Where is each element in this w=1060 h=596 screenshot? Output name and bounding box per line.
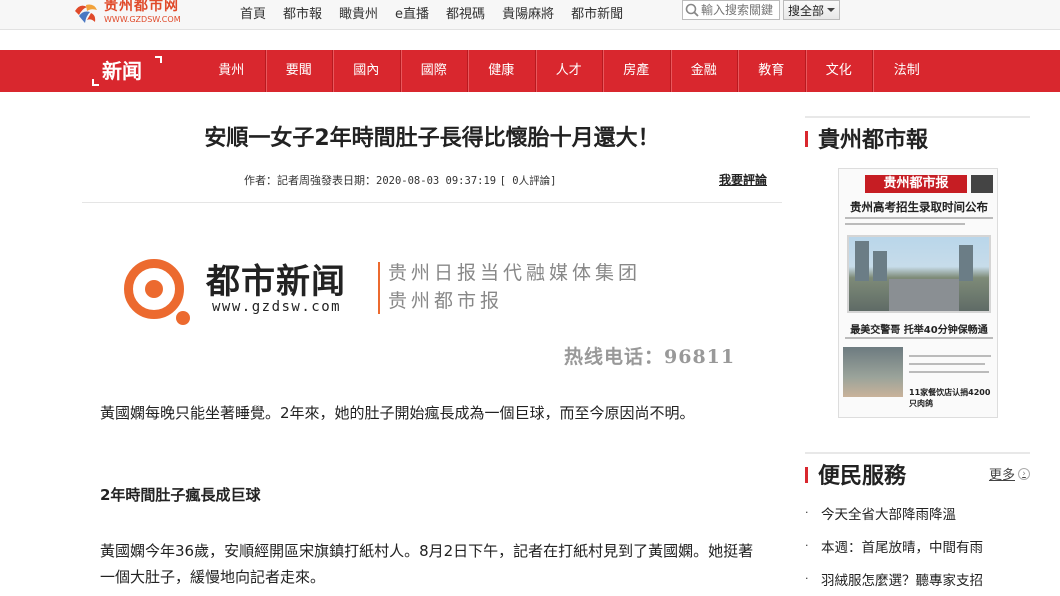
top-bar: 贵州都市网 WWW.GZDSW.COM 首頁 都市報 瞰貴州 e直播 都視碼 貴… [0,0,1060,30]
topnav-kanguizhou[interactable]: 瞰貴州 [339,3,378,22]
paper-photo-2 [843,347,903,397]
tab-real-estate[interactable]: 房產 [603,50,671,92]
article-meta: 作者：記者周強發表日期：2020-08-03 09:37:19 [ 0人評論] [244,172,556,188]
sidebar-services-header: 便民服務 更多 › [805,452,1030,489]
paper-headline-3: 11家餐饮店认捐4200只肉鸽 [909,388,991,408]
tab-law[interactable]: 法制 [873,50,941,92]
paper-headline-2: 最美交警哥 托举40分钟保畅通 [850,325,988,336]
sidebar-paper-header: 貴州都市報 [805,116,1030,153]
tab-domestic[interactable]: 國內 [333,50,401,92]
section-marker-icon [805,131,808,147]
sidebar: 貴州都市報 贵州都市报 贵州高考招生录取时间公布 最美交警哥 托举40分钟保畅通… [805,116,1030,589]
section-marker-icon [805,467,808,483]
site-logo[interactable]: 贵州都市网 WWW.GZDSW.COM [72,0,181,26]
paper-text-line [845,337,993,339]
paper-text-line [909,355,991,357]
paper-text-line [845,217,993,219]
article-paragraph-1: 黃國嫻每晚只能坐著睡覺。2年來，她的肚子開始瘋長成為一個巨球，而至今原因尚不明。 [100,404,695,422]
list-item[interactable]: · 今天全省大部降雨降溫 [805,496,1030,529]
topnav-guiyang-mahjong[interactable]: 貴陽麻將 [502,3,554,22]
write-comment-link[interactable]: 我要評論 [719,171,767,188]
services-more-link[interactable]: 更多 › [989,464,1030,483]
tab-health[interactable]: 健康 [468,50,536,92]
section-title-text: 新闻 [102,59,142,83]
article-subheading: 2年時間肚子瘋長成巨球 [100,486,261,504]
paper-text-line [909,363,985,365]
services-list: · 今天全省大部降雨降溫 · 本週：首尾放晴，中間有雨 · 羽絨服怎麼選？聽專家支招 [805,496,1030,595]
chevron-down-icon [827,8,835,12]
search-input[interactable] [701,3,779,17]
banner-org-line1: 贵州日报当代融媒体集团 [388,262,642,284]
topnav-dushima[interactable]: 都視碼 [446,3,485,22]
topnav-elive[interactable]: e直播 [395,3,429,22]
article-headline: 安順一女子2年時間肚子長得比懷胎十月還大！ [204,126,660,151]
list-item[interactable]: · 羽絨服怎麼選？聽專家支招 [805,562,1030,595]
chevron-right-icon: › [1018,467,1030,480]
newspaper-cover-image[interactable]: 贵州都市报 贵州高考招生录取时间公布 最美交警哥 托举40分钟保畅通 11家餐饮… [838,168,998,418]
category-nav: 貴州 要聞 國內 國際 健康 人才 房產 金融 教育 文化 法制 [198,50,941,92]
more-label: 更多 [988,468,1015,483]
paper-text-line [909,371,989,373]
section-nav: 新闻 貴州 要聞 國內 國際 健康 人才 房產 金融 教育 文化 法制 [0,50,1060,92]
article-paragraph-2: 黃國嫻今年36歲，安順經開區宋旗鎮打紙村人。8月2日下午，記者在打紙村見到了黃國… [100,542,754,586]
banner-brand: 都市新闻 [206,262,346,302]
search-icon[interactable] [683,1,701,19]
list-item-label: 羽絨服怎麼選？聽專家支招 [821,572,983,589]
logo-mark-icon [72,1,100,25]
banner-hotline: 热线电话：96811 [564,346,736,368]
divider [82,202,782,203]
article-comment-count[interactable]: [ 0人評論] [500,175,557,187]
paper-masthead-side [971,175,993,193]
tab-international[interactable]: 國際 [401,50,468,92]
bullet-icon: · [805,572,809,585]
list-item-label: 本週：首尾放晴，中間有雨 [821,539,983,556]
dushi-news-logo-icon [124,259,190,325]
bullet-icon: · [805,506,809,519]
search-box [682,0,780,20]
banner-org-line2: 贵州都市报 [388,290,504,312]
sidebar-services-title: 便民服務 [818,464,907,489]
banner-brand-url: www.gzdsw.com [212,299,342,315]
article-date-label: 發表日期： [321,174,376,187]
topnav-dushibao[interactable]: 都市報 [283,3,322,22]
article-author: 作者：記者周強 [244,174,321,187]
article-banner-image: 都市新闻 www.gzdsw.com 贵州日报当代融媒体集团 贵州都市报 热线电… [122,254,742,374]
paper-headline: 贵州高考招生录取时间公布 [850,200,988,214]
banner-divider [378,262,380,314]
search-scope-select[interactable]: 搜全部 [783,0,840,20]
sidebar-paper-title: 貴州都市報 [818,128,929,153]
tab-finance[interactable]: 金融 [671,50,738,92]
list-item[interactable]: · 本週：首尾放晴，中間有雨 [805,529,1030,562]
tab-guizhou[interactable]: 貴州 [198,50,266,92]
bracket-left-icon [92,79,99,86]
bracket-right-icon [155,56,162,63]
logo-url: WWW.GZDSW.COM [104,15,181,24]
logo-name: 贵州都市网 [104,0,179,14]
list-item-label: 今天全省大部降雨降溫 [821,506,956,523]
article-date: 2020-08-03 09:37:19 [376,175,497,187]
top-nav: 首頁 都市報 瞰貴州 e直播 都視碼 貴陽麻將 都市新聞 [240,0,640,24]
tab-headlines[interactable]: 要聞 [266,50,333,92]
tab-education[interactable]: 教育 [738,50,806,92]
paper-photo [847,235,991,313]
section-title: 新闻 [92,56,162,86]
search-scope-label: 搜全部 [787,3,824,18]
paper-text-line [845,223,965,225]
tab-culture[interactable]: 文化 [806,50,873,92]
bullet-icon: · [805,539,809,552]
paper-masthead: 贵州都市报 [865,175,967,193]
tab-talent[interactable]: 人才 [536,50,603,92]
topnav-home[interactable]: 首頁 [240,3,266,22]
topnav-city-news[interactable]: 都市新聞 [571,3,623,22]
